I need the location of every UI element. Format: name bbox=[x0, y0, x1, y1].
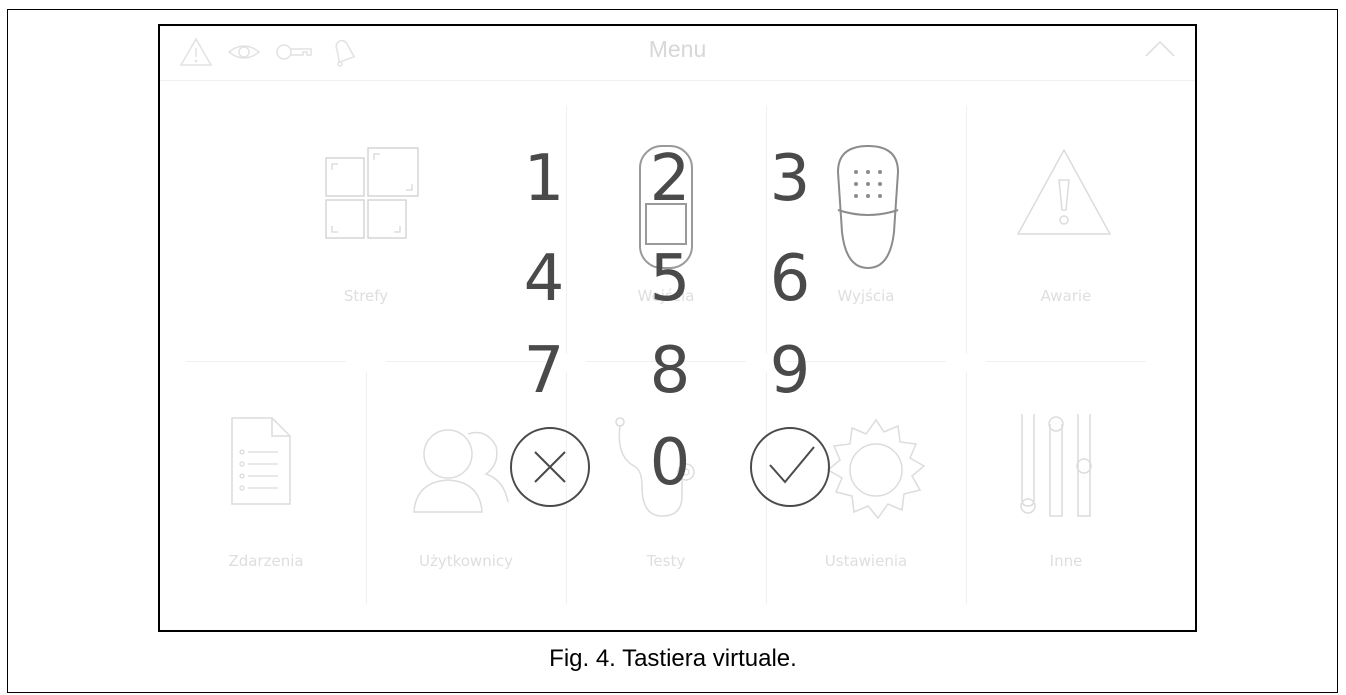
tile-label: Użytkownicy bbox=[418, 552, 513, 570]
grid-divider bbox=[186, 361, 346, 362]
sliders-icon bbox=[1020, 414, 1092, 517]
key-1[interactable]: 1 bbox=[494, 144, 594, 214]
key-4[interactable]: 4 bbox=[494, 244, 594, 314]
key-0[interactable]: 0 bbox=[620, 428, 720, 498]
gear-icon bbox=[826, 418, 926, 520]
key-5[interactable]: 5 bbox=[620, 244, 720, 314]
page-title: Menu bbox=[648, 36, 707, 62]
grid-divider bbox=[966, 106, 967, 354]
siren-icon bbox=[836, 144, 900, 270]
grid-divider bbox=[986, 361, 1146, 362]
key-6[interactable]: 6 bbox=[740, 244, 840, 314]
tile-label: Inne bbox=[1049, 552, 1083, 570]
warning-icon bbox=[1017, 149, 1111, 235]
cancel-icon[interactable] bbox=[508, 425, 592, 509]
confirm-icon[interactable] bbox=[748, 425, 832, 509]
figure-caption: Fig. 4. Tastiera virtuale. bbox=[549, 645, 797, 672]
users-icon bbox=[413, 429, 509, 513]
key-3[interactable]: 3 bbox=[740, 144, 840, 214]
key-9[interactable]: 9 bbox=[740, 336, 840, 406]
tile-label: Ustawienia bbox=[824, 552, 908, 570]
key-7[interactable]: 7 bbox=[494, 336, 594, 406]
key-8[interactable]: 8 bbox=[620, 336, 720, 406]
document-icon bbox=[231, 417, 291, 505]
keypad-screen: Menu Strefy Wejścia Wyjścia Awarie Zdarz… bbox=[158, 24, 1197, 632]
zones-icon bbox=[325, 147, 419, 239]
tile-label: Strefy bbox=[343, 287, 389, 305]
tile-label: Zdarzenia bbox=[228, 552, 304, 570]
top-bar: Menu bbox=[160, 26, 1195, 81]
key-2[interactable]: 2 bbox=[620, 144, 720, 214]
tile-label: Testy bbox=[646, 552, 686, 570]
chevron-up-icon[interactable] bbox=[1143, 34, 1177, 64]
tile-label: Awarie bbox=[1040, 287, 1092, 305]
